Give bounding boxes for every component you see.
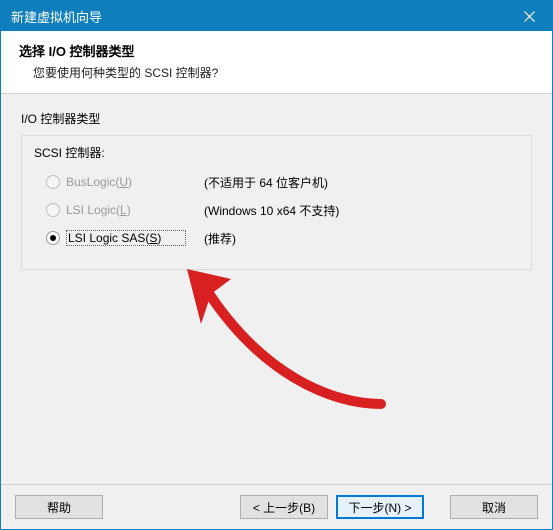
window-title: 新建虚拟机向导	[11, 7, 507, 26]
wizard-header: 选择 I/O 控制器类型 您要使用何种类型的 SCSI 控制器?	[1, 31, 552, 94]
radio-label: LSI Logic SAS(S)	[66, 230, 186, 246]
group-legend: SCSI 控制器:	[34, 144, 519, 161]
radio-label: LSI Logic(L)	[66, 203, 186, 217]
back-button[interactable]: < 上一步(B)	[240, 495, 328, 519]
page-title: 选择 I/O 控制器类型	[19, 41, 534, 60]
radio-option-buslogic: BusLogic(U) (不适用于 64 位客户机)	[46, 171, 519, 193]
page-subtitle: 您要使用何种类型的 SCSI 控制器?	[33, 64, 534, 81]
close-button[interactable]	[507, 1, 552, 31]
radio-description: (不适用于 64 位客户机)	[204, 174, 328, 191]
group-label: I/O 控制器类型	[21, 110, 532, 127]
scsi-controller-group: SCSI 控制器: BusLogic(U) (不适用于 64 位客户机) LSI…	[21, 135, 532, 270]
radio-icon	[46, 231, 60, 245]
cancel-button[interactable]: 取消	[450, 495, 538, 519]
wizard-content: I/O 控制器类型 SCSI 控制器: BusLogic(U) (不适用于 64…	[1, 94, 552, 484]
radio-icon	[46, 175, 60, 189]
radio-icon	[46, 203, 60, 217]
close-icon	[524, 11, 535, 22]
radio-option-lsilogic: LSI Logic(L) (Windows 10 x64 不支持)	[46, 199, 519, 221]
wizard-footer: 帮助 < 上一步(B) 下一步(N) > 取消	[1, 484, 552, 529]
radio-label: BusLogic(U)	[66, 175, 186, 189]
radio-option-lsilogic-sas[interactable]: LSI Logic SAS(S) (推荐)	[46, 227, 519, 249]
radio-description: (推荐)	[204, 230, 236, 247]
help-button[interactable]: 帮助	[15, 495, 103, 519]
titlebar: 新建虚拟机向导	[1, 1, 552, 31]
radio-description: (Windows 10 x64 不支持)	[204, 202, 339, 219]
next-button[interactable]: 下一步(N) >	[336, 495, 424, 519]
